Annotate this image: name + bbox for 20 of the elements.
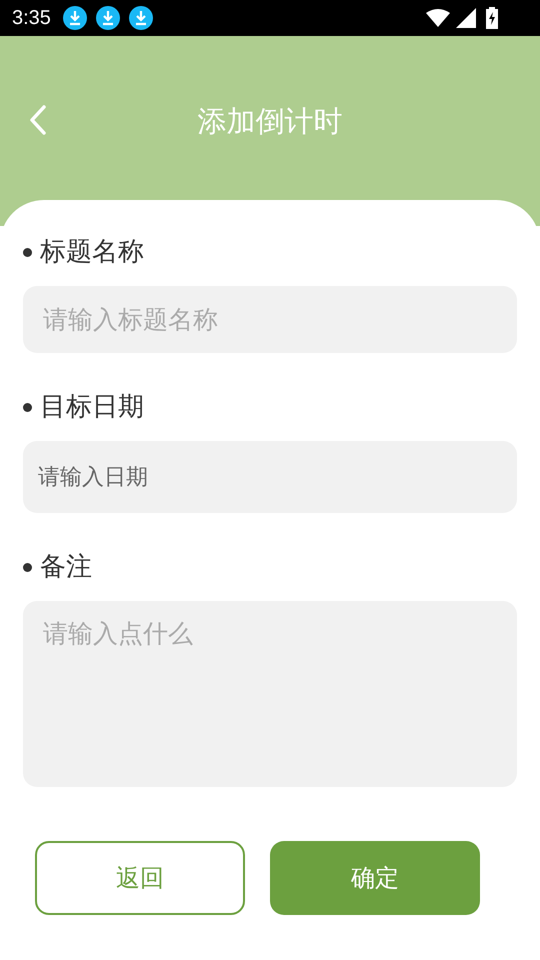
signal-icon xyxy=(456,8,476,28)
field-label: 备注 xyxy=(40,551,92,584)
battery-icon xyxy=(486,7,498,29)
field-label: 目标日期 xyxy=(40,391,144,424)
notes-field[interactable]: 请输入点什么 xyxy=(23,601,517,787)
wifi-icon xyxy=(426,9,450,27)
date-field[interactable]: 请输入日期 xyxy=(23,441,517,513)
bullet-icon xyxy=(23,248,32,256)
field-label: 标题名称 xyxy=(40,236,144,269)
download-icon xyxy=(128,6,153,30)
page-title: 添加倒计时 xyxy=(196,103,344,140)
bullet-icon xyxy=(23,562,32,572)
download-icon xyxy=(62,6,87,30)
back-text-button[interactable]: 返回 xyxy=(35,841,245,915)
download-icon xyxy=(96,6,120,30)
title-field[interactable]: 请输入标题名称 xyxy=(23,286,517,353)
status-time: 3:35 xyxy=(12,6,51,31)
confirm-button[interactable]: 确定 xyxy=(270,841,480,915)
bullet-icon xyxy=(23,402,32,412)
back-icon xyxy=(29,105,47,135)
